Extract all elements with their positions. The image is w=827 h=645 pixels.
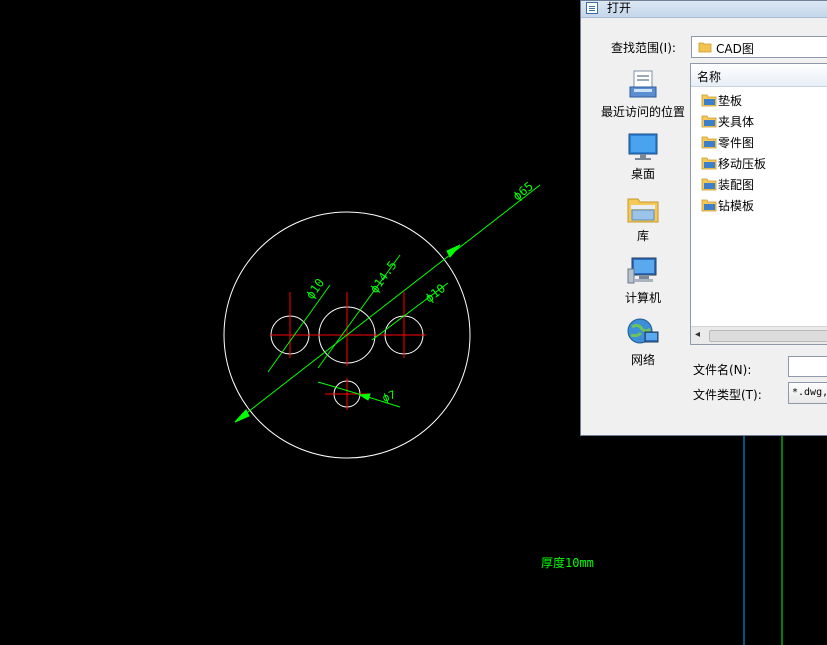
folder-icon xyxy=(701,157,717,170)
dialog-titlebar[interactable]: 打开 xyxy=(581,1,827,18)
place-computer-label: 计算机 xyxy=(624,291,661,305)
desktop-icon xyxy=(628,133,658,160)
place-computer[interactable]: 计算机 xyxy=(597,255,689,306)
scroll-left-icon[interactable]: ◂ xyxy=(695,329,700,340)
scrollbar-thumb[interactable] xyxy=(709,330,827,342)
open-file-dialog[interactable]: 打开 查找范围(I): CAD图 最近访问的位置 桌面 库 计算机 网络 名称 … xyxy=(580,0,827,436)
list-item-label: 夹具体 xyxy=(718,115,755,129)
place-libraries[interactable]: 库 xyxy=(597,193,689,244)
list-item-label: 零件图 xyxy=(718,136,755,150)
folder-icon xyxy=(701,94,717,107)
look-in-combo[interactable]: CAD图 xyxy=(691,36,827,58)
column-header-name[interactable]: 名称 xyxy=(691,64,827,87)
file-name-input[interactable] xyxy=(788,356,827,377)
dim-left-hole-text: ϕ10 xyxy=(303,276,327,302)
dialog-title: 打开 xyxy=(607,1,632,15)
network-icon xyxy=(627,318,659,344)
place-recent[interactable]: 最近访问的位置 xyxy=(597,69,689,120)
app-icon xyxy=(586,2,598,14)
thickness-note: 厚度10mm xyxy=(541,555,594,570)
place-network[interactable]: 网络 xyxy=(597,317,689,368)
dim-right-hole-text: ϕ10 xyxy=(422,281,448,305)
look-in-value: CAD图 xyxy=(716,42,754,56)
dim-center-hole-text: ϕ14.5 xyxy=(367,258,400,295)
file-name-label: 文件名(N): xyxy=(693,363,752,377)
look-in-label: 查找范围(I): xyxy=(611,41,676,55)
dimension-lines xyxy=(234,184,541,423)
list-item-label: 移动压板 xyxy=(718,157,767,171)
folder-icon xyxy=(701,136,717,149)
computer-icon xyxy=(627,257,657,284)
place-libraries-label: 库 xyxy=(636,229,649,243)
folder-icon xyxy=(701,115,717,128)
list-item-label: 装配图 xyxy=(718,178,755,192)
folder-icon xyxy=(701,178,717,191)
list-item-label: 垫板 xyxy=(718,94,743,108)
file-type-label: 文件类型(T): xyxy=(693,388,762,402)
list-item-label: 钻模板 xyxy=(718,199,755,213)
libraries-icon xyxy=(627,198,659,223)
place-recent-label: 最近访问的位置 xyxy=(600,105,685,119)
dim-outer-text: ϕ65 xyxy=(510,179,536,203)
place-desktop[interactable]: 桌面 xyxy=(597,131,689,182)
column-name-label: 名称 xyxy=(697,70,722,84)
place-network-label: 网络 xyxy=(630,353,655,367)
recent-places-icon xyxy=(629,70,657,98)
folder-icon xyxy=(701,199,717,212)
file-list[interactable]: 名称 垫板 夹具体 零件图 移动压板 装配图 钻模板 ◂ xyxy=(690,63,827,345)
places-bar: 最近访问的位置 桌面 库 计算机 网络 xyxy=(597,61,689,371)
dim-bottom-hole-text: ϕ7 xyxy=(381,388,398,405)
file-type-select[interactable]: *.dwg, xyxy=(788,382,827,404)
centerlines xyxy=(270,292,426,410)
horizontal-scrollbar[interactable]: ◂ xyxy=(691,326,827,344)
place-desktop-label: 桌面 xyxy=(630,167,655,181)
folder-icon xyxy=(698,42,712,53)
